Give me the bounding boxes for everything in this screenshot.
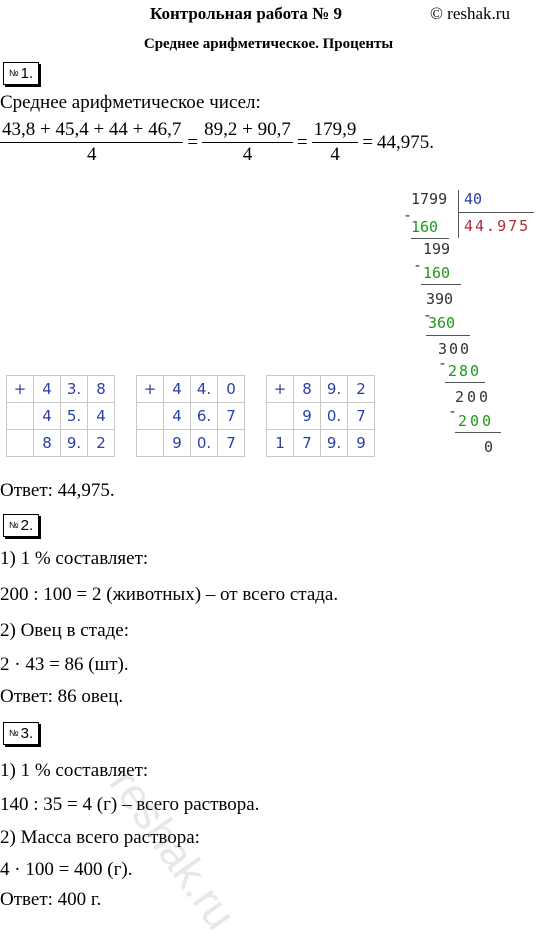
step-subtrahend: 160 <box>423 264 451 282</box>
page-title: Контрольная работа № 9 <box>150 4 342 23</box>
quotient: 44.975 <box>464 217 531 235</box>
fraction-2: 89,2 + 90,7 4 <box>202 119 293 165</box>
task1-result: 44,975. <box>377 131 435 153</box>
divisor: 40 <box>464 190 483 208</box>
task1-answer: Ответ: 44,975. <box>0 480 115 501</box>
task1-intro: Среднее арифметическое чисел: <box>0 92 261 113</box>
step-subtrahend: 360 <box>428 314 456 332</box>
addition-table-2: +4 4. 0 4 6. 7 9 0. 7 <box>136 375 245 457</box>
step-subtrahend: 200 <box>458 412 495 430</box>
task3-badge: № 3. <box>3 722 40 745</box>
task2-line: 2) Овец в стаде: <box>0 620 130 641</box>
fraction-1: 43,8 + 45,4 + 44 + 46,7 4 <box>0 119 184 165</box>
addition-table-3: +8 9. 2 9 0. 7 1 7 9. 9 <box>266 375 375 457</box>
step-subtrahend: 280 <box>448 362 482 380</box>
site-credit: © reshak.ru <box>430 4 510 23</box>
task3-line: 4 · 100 = 400 (г). <box>0 859 133 880</box>
step-subtrahend: 160 <box>411 218 439 236</box>
task1-badge: № 1. <box>3 62 40 85</box>
step-remainder: 199 <box>423 240 451 258</box>
task2-badge: № 2. <box>3 514 40 537</box>
task1-equation: 43,8 + 45,4 + 44 + 46,7 4 = 89,2 + 90,7 4 … <box>0 119 435 165</box>
fraction-3: 179,9 4 <box>311 119 359 165</box>
task2-line: 1) 1 % составляет: <box>0 548 149 569</box>
dividend: 1799 <box>411 190 448 208</box>
task3-answer: Ответ: 400 г. <box>0 889 102 910</box>
step-remainder: 200 <box>455 388 492 406</box>
step-remainder: 0 <box>484 438 494 456</box>
task2-answer: Ответ: 86 овец. <box>0 686 124 707</box>
watermark: reshak.ru <box>99 760 246 939</box>
addition-table-1: +4 3. 8 4 5. 4 8 9. 2 <box>6 375 115 457</box>
page-subtitle: Среднее арифметическое. Проценты <box>143 36 394 52</box>
task2-line: 2 · 43 = 86 (шт). <box>0 654 129 675</box>
task2-line: 200 : 100 = 2 (животных) – от всего стад… <box>0 584 339 605</box>
